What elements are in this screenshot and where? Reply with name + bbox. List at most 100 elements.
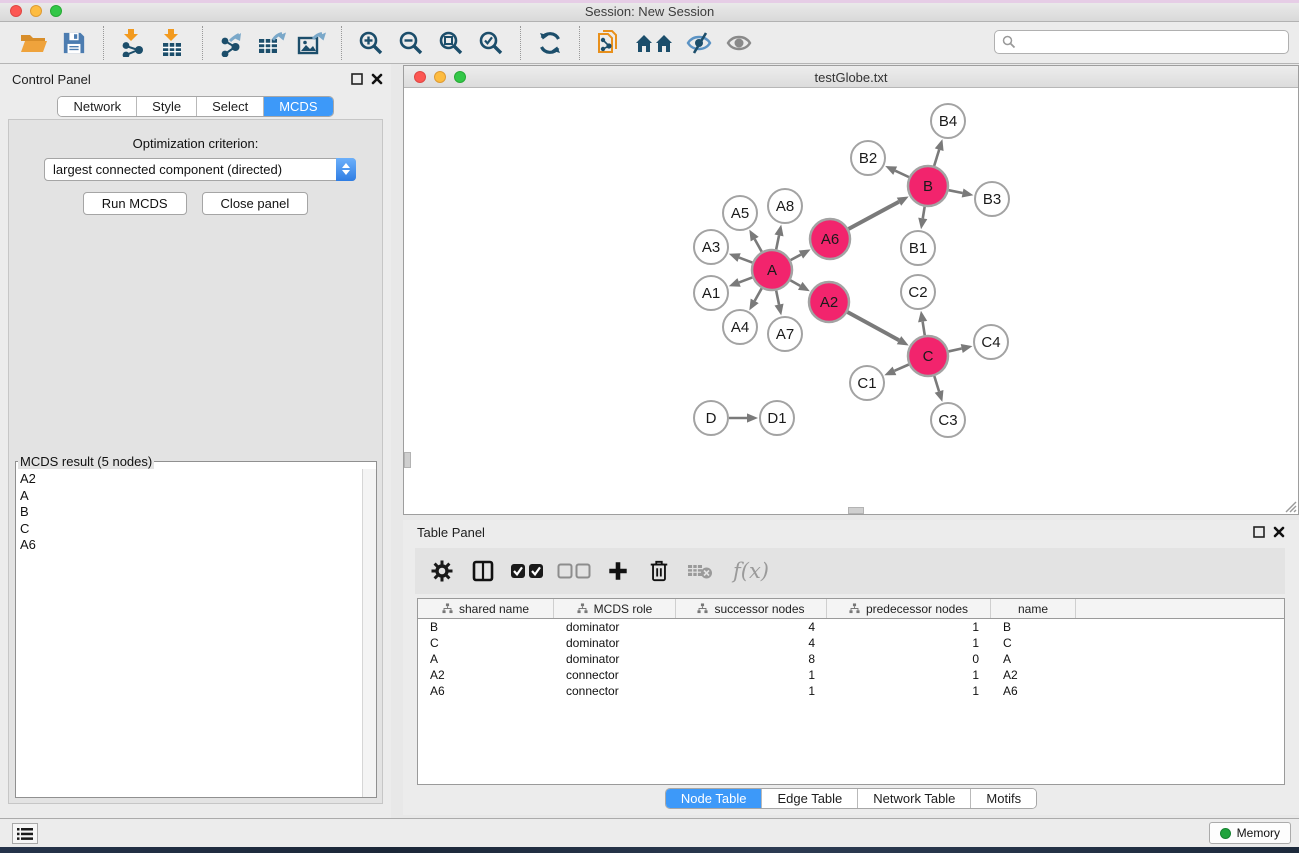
table-row[interactable]: Bdominator41B — [418, 619, 1284, 635]
graph-edge[interactable] — [848, 202, 899, 229]
delete-columns-icon[interactable] — [642, 554, 676, 588]
hide-graphics-details-icon[interactable] — [683, 27, 715, 59]
table-cell[interactable]: A — [418, 652, 554, 666]
tab-node-table[interactable]: Node Table — [666, 789, 763, 808]
table-row[interactable]: Adominator80A — [418, 651, 1284, 667]
float-table-panel-icon[interactable] — [1253, 526, 1265, 538]
export-network-icon[interactable] — [216, 27, 248, 59]
table-settings-icon[interactable] — [425, 554, 459, 588]
result-item[interactable]: A — [20, 488, 362, 505]
graph-edge[interactable] — [847, 312, 899, 340]
table-cell[interactable]: 0 — [827, 652, 991, 666]
float-panel-icon[interactable] — [351, 73, 363, 85]
memory-button[interactable]: Memory — [1209, 822, 1291, 844]
task-history-button[interactable] — [12, 823, 38, 844]
tab-select[interactable]: Select — [197, 97, 264, 116]
column-sort-icon[interactable] — [849, 603, 860, 614]
criterion-dropdown[interactable]: largest connected component (directed) — [44, 158, 356, 181]
graph-edge[interactable] — [948, 349, 961, 352]
add-column-icon[interactable] — [601, 554, 635, 588]
new-network-from-selection-icon[interactable] — [593, 27, 625, 59]
search-field[interactable] — [994, 30, 1289, 54]
result-item[interactable]: A2 — [20, 471, 362, 488]
tab-edge-table[interactable]: Edge Table — [762, 789, 858, 808]
table-cell[interactable]: C — [418, 636, 554, 650]
table-cell[interactable]: A2 — [418, 668, 554, 682]
refresh-icon[interactable] — [534, 27, 566, 59]
graph-edge[interactable] — [895, 171, 909, 177]
graph-edge[interactable] — [739, 258, 752, 263]
table-cell[interactable]: 4 — [676, 636, 827, 650]
tab-network[interactable]: Network — [58, 97, 137, 116]
network-canvas[interactable]: AA6A2BCA1A3A4A5A7A8B1B2B3B4C1C2C3C4DD1 — [404, 88, 1298, 514]
result-item[interactable]: C — [20, 521, 362, 538]
table-cell[interactable]: 1 — [676, 684, 827, 698]
resize-grip-icon[interactable] — [1284, 500, 1297, 513]
table-row[interactable]: A2connector11A2 — [418, 667, 1284, 683]
network-window-titlebar[interactable]: testGlobe.txt — [404, 66, 1298, 88]
network-vertical-scrollbar[interactable] — [404, 452, 411, 468]
function-builder-icon[interactable]: f(x) — [724, 554, 776, 588]
graph-edge[interactable] — [923, 207, 925, 219]
table-cell[interactable]: dominator — [554, 636, 676, 650]
apply-preferred-layout-icon[interactable] — [633, 27, 675, 59]
column-header-name[interactable]: name — [991, 599, 1076, 618]
close-panel-button[interactable]: Close panel — [202, 192, 309, 215]
result-item[interactable]: A6 — [20, 537, 362, 554]
graph-edge[interactable] — [776, 291, 779, 305]
zoom-selected-icon[interactable] — [475, 27, 507, 59]
delete-table-icon[interactable] — [683, 554, 717, 588]
column-header-predecessor-nodes[interactable]: predecessor nodes — [827, 599, 991, 618]
table-cell[interactable]: connector — [554, 668, 676, 682]
graph-edge[interactable] — [790, 280, 800, 286]
table-cell[interactable]: 1 — [676, 668, 827, 682]
table-cell[interactable]: 1 — [827, 668, 991, 682]
column-header-MCDS-role[interactable]: MCDS role — [554, 599, 676, 618]
table-cell[interactable]: 8 — [676, 652, 827, 666]
graph-edge[interactable] — [934, 150, 939, 166]
import-network-icon[interactable] — [117, 27, 149, 59]
column-sort-icon[interactable] — [697, 603, 708, 614]
graph-edge[interactable] — [894, 364, 908, 370]
export-table-icon[interactable] — [256, 27, 288, 59]
tab-style[interactable]: Style — [137, 97, 197, 116]
network-horizontal-scrollbar[interactable] — [848, 507, 864, 514]
run-mcds-button[interactable]: Run MCDS — [83, 192, 187, 215]
table-cell[interactable]: 1 — [827, 620, 991, 634]
table-cell[interactable]: A6 — [418, 684, 554, 698]
result-item[interactable]: B — [20, 504, 362, 521]
deselect-all-icon[interactable] — [554, 554, 594, 588]
close-table-panel-icon[interactable] — [1273, 526, 1285, 538]
table-cell[interactable]: A2 — [991, 668, 1076, 682]
table-cell[interactable]: A6 — [991, 684, 1076, 698]
column-layout-icon[interactable] — [466, 554, 500, 588]
graph-edge[interactable] — [934, 376, 939, 391]
open-file-icon[interactable] — [18, 27, 50, 59]
column-sort-icon[interactable] — [442, 603, 453, 614]
table-row[interactable]: Cdominator41C — [418, 635, 1284, 651]
table-cell[interactable]: connector — [554, 684, 676, 698]
mcds-result-list[interactable]: A2ABCA6 — [16, 469, 362, 797]
zoom-out-icon[interactable] — [395, 27, 427, 59]
import-table-icon[interactable] — [157, 27, 189, 59]
node-table[interactable]: shared nameMCDS rolesuccessor nodesprede… — [417, 598, 1285, 785]
select-all-icon[interactable] — [507, 554, 547, 588]
tab-motifs[interactable]: Motifs — [971, 789, 1036, 808]
tab-network-table[interactable]: Network Table — [858, 789, 971, 808]
table-row[interactable]: A6connector11A6 — [418, 683, 1284, 699]
table-cell[interactable]: B — [418, 620, 554, 634]
export-image-icon[interactable] — [296, 27, 328, 59]
table-cell[interactable]: 4 — [676, 620, 827, 634]
table-cell[interactable]: A — [991, 652, 1076, 666]
table-cell[interactable]: dominator — [554, 620, 676, 634]
graph-edge[interactable] — [755, 239, 762, 252]
table-cell[interactable]: B — [991, 620, 1076, 634]
save-session-icon[interactable] — [58, 27, 90, 59]
graph-edge[interactable] — [923, 322, 925, 336]
table-cell[interactable]: 1 — [827, 636, 991, 650]
result-scrollbar[interactable] — [362, 469, 376, 797]
column-header-shared-name[interactable]: shared name — [418, 599, 554, 618]
graph-edge[interactable] — [739, 277, 752, 282]
table-cell[interactable]: C — [991, 636, 1076, 650]
column-header-successor-nodes[interactable]: successor nodes — [676, 599, 827, 618]
